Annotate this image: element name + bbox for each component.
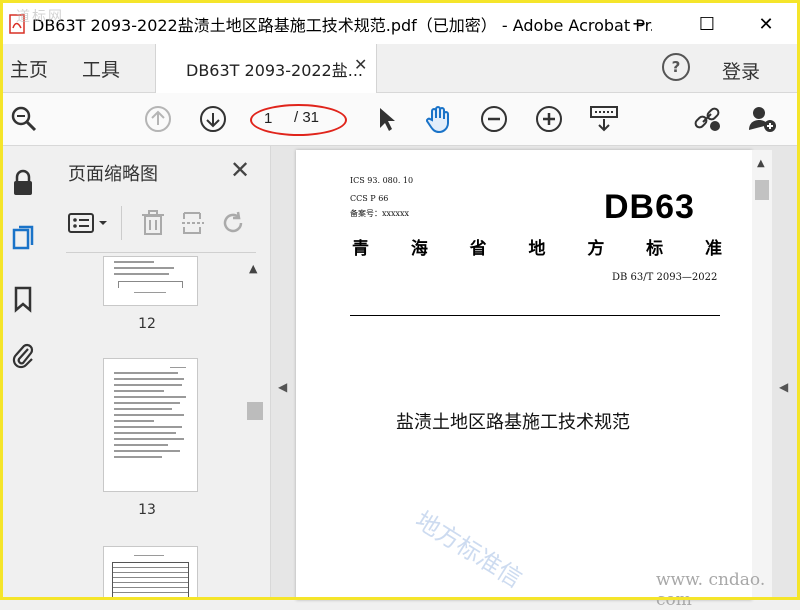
keyboard-icon[interactable] <box>586 101 622 137</box>
heading-char: 准 <box>704 239 722 259</box>
scroll-up-icon[interactable]: ▲ <box>249 262 257 275</box>
heading-char: 青 <box>352 239 369 259</box>
attachment-icon[interactable] <box>6 338 40 372</box>
diagram-figure <box>118 281 183 288</box>
login-button[interactable]: 登录 <box>722 57 760 84</box>
close-window-button[interactable]: ✕ <box>743 0 789 48</box>
zoom-out-icon[interactable] <box>476 101 512 137</box>
thumbnail-page-number: 12 <box>138 316 156 332</box>
thumbnail-page-number: 13 <box>138 502 156 518</box>
navigation-rail <box>0 146 49 600</box>
document-title: 盐渍土地区路基施工技术规范 <box>396 412 630 433</box>
close-tab-icon[interactable]: ✕ <box>354 55 367 74</box>
help-icon[interactable]: ? <box>662 53 690 81</box>
delete-page-icon[interactable] <box>136 206 170 240</box>
standard-number: DB 63/T 2093—2022 <box>612 272 718 283</box>
heading-char: 省 <box>469 239 487 259</box>
heading-char: 标 <box>646 239 664 259</box>
ics-code: ICS 93. 080. 10 <box>350 176 414 185</box>
page-thumbnail-14[interactable] <box>103 546 198 600</box>
collapse-left-icon[interactable]: ◀ <box>278 380 287 394</box>
add-user-icon[interactable] <box>744 101 780 137</box>
thumbnail-scrollbar[interactable]: ▲ <box>246 256 264 600</box>
standard-prefix: DB63 <box>604 188 695 226</box>
panel-title: 页面缩略图 <box>68 164 158 185</box>
select-cursor-icon[interactable] <box>368 101 404 137</box>
scrollbar-thumb[interactable] <box>247 402 263 420</box>
toolbar-divider <box>121 206 122 240</box>
bookmark-icon[interactable] <box>6 282 40 316</box>
thumbnail-list: 12 13 <box>48 256 246 600</box>
maximize-button[interactable]: ☐ <box>684 0 730 48</box>
home-tab[interactable]: 主页 <box>10 55 48 82</box>
zoom-in-icon[interactable] <box>531 101 567 137</box>
record-number: 备案号：xxxxxx <box>350 209 410 218</box>
heading-char: 海 <box>410 239 428 259</box>
toolbar: / 31 <box>0 93 800 146</box>
page-total: / 31 <box>294 109 320 126</box>
thumbnail-options-icon[interactable] <box>66 206 112 240</box>
page-thumbnails-icon[interactable] <box>6 222 40 256</box>
minimize-button[interactable]: ─ <box>616 0 662 48</box>
document-tab-label: DB63T 2093-2022盐... <box>186 61 363 80</box>
page-thumbnail-13[interactable] <box>103 358 198 492</box>
hand-tool-icon[interactable] <box>421 101 457 137</box>
site-watermark: www. cndao. com <box>656 570 766 610</box>
panel-toolbar <box>66 202 266 246</box>
scrollbar-thumb[interactable] <box>755 180 769 200</box>
lock-icon[interactable] <box>6 166 40 200</box>
heading-char: 地 <box>528 239 546 259</box>
page-number-input[interactable] <box>264 109 278 127</box>
scroll-up-icon[interactable]: ▲ <box>757 158 765 169</box>
previous-page-icon[interactable] <box>140 101 176 137</box>
extract-page-icon[interactable] <box>176 206 210 240</box>
table-figure <box>112 562 189 600</box>
search-icon[interactable] <box>6 101 42 137</box>
page-thumbnail-12[interactable] <box>103 256 198 306</box>
collapse-right-icon[interactable]: ◀ <box>779 380 788 394</box>
rotate-page-icon[interactable] <box>216 206 250 240</box>
province-standard-heading: 青 海 省 地 方 标 准 <box>352 234 722 259</box>
window-title: DB63T 2093-2022盐渍土地区路基施工技术规范.pdf（已加密） - … <box>32 16 652 35</box>
ccs-code: CCS P 66 <box>350 194 389 203</box>
pdf-page: ICS 93. 080. 10 CCS P 66 备案号：xxxxxx DB63… <box>296 150 752 600</box>
thumbnail-panel: 页面缩略图 ✕ 12 13 ▲ <box>48 146 271 600</box>
heading-char: 方 <box>587 239 605 259</box>
page-number-control: / 31 <box>250 104 347 136</box>
header-rule <box>350 315 720 316</box>
close-panel-icon[interactable]: ✕ <box>230 156 250 184</box>
document-tab[interactable]: DB63T 2093-2022盐... ✕ <box>155 44 377 93</box>
corner-watermark: 道标网 <box>16 9 64 25</box>
next-page-icon[interactable] <box>195 101 231 137</box>
tools-tab[interactable]: 工具 <box>82 55 120 82</box>
document-scrollbar[interactable]: ▲ <box>752 150 772 600</box>
title-bar: DB63T 2093-2022盐渍土地区路基施工技术规范.pdf（已加密） - … <box>0 0 800 48</box>
panel-divider <box>66 252 256 253</box>
link-share-icon[interactable] <box>689 101 725 137</box>
